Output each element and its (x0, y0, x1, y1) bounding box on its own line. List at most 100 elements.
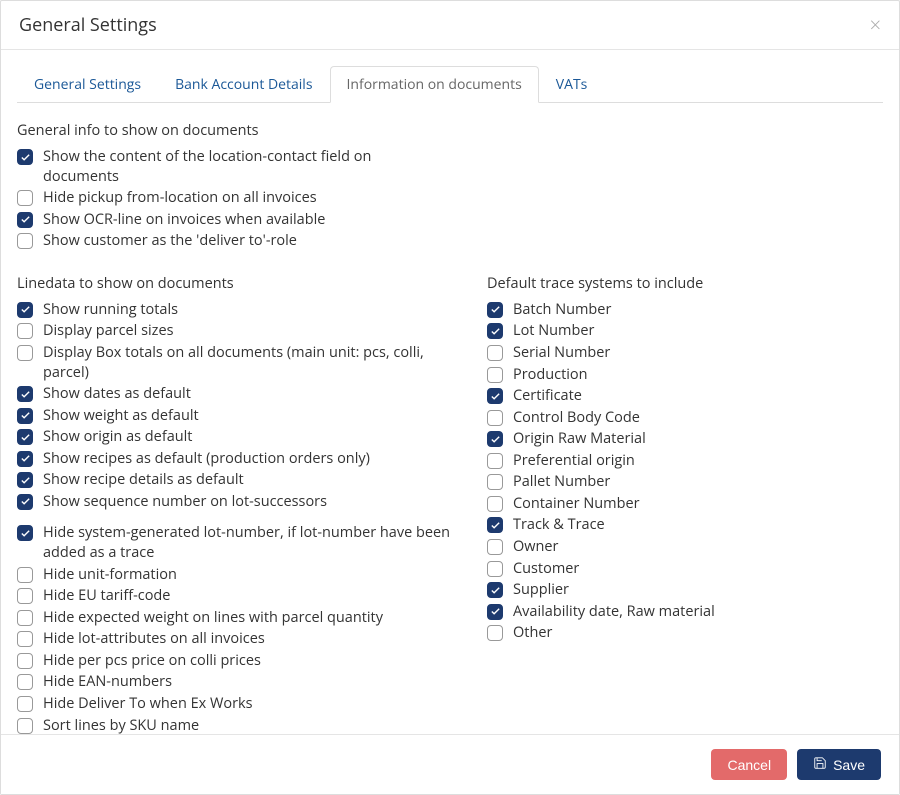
cancel-button[interactable]: Cancel (711, 749, 787, 780)
checkbox[interactable] (17, 696, 33, 712)
checkbox[interactable] (17, 345, 33, 361)
checkbox-row: Show origin as default (17, 426, 457, 448)
checkbox[interactable] (487, 453, 503, 469)
checkbox-row: Show recipes as default (production orde… (17, 448, 457, 470)
checkbox[interactable] (17, 302, 33, 318)
checkbox-list-linedata: Show running totalsDisplay parcel sizesD… (17, 299, 457, 734)
checkbox[interactable] (487, 345, 503, 361)
checkbox-label: Show weight as default (43, 406, 199, 426)
checkbox[interactable] (17, 567, 33, 583)
checkbox-label: Pallet Number (513, 472, 610, 492)
checkbox-row: Show customer as the 'deliver to'-role (17, 230, 417, 252)
checkbox-label: Preferential origin (513, 451, 635, 471)
checkbox-row: Origin Raw Material (487, 428, 883, 450)
checkbox[interactable] (487, 604, 503, 620)
checkbox[interactable] (487, 582, 503, 598)
checkbox-label: Serial Number (513, 343, 610, 363)
modal-header: General Settings × (1, 1, 899, 50)
checkbox-label: Certificate (513, 386, 582, 406)
checkbox-label: Show recipe details as default (43, 470, 244, 490)
checkbox-label: Hide Deliver To when Ex Works (43, 694, 253, 714)
save-button-label: Save (833, 757, 865, 773)
checkbox[interactable] (17, 451, 33, 467)
checkbox[interactable] (17, 472, 33, 488)
checkbox-label: Sort lines by SKU name (43, 716, 199, 735)
checkbox-row: Production (487, 364, 883, 386)
checkbox[interactable] (17, 631, 33, 647)
tab-general-settings[interactable]: General Settings (17, 66, 158, 103)
checkbox[interactable] (487, 323, 503, 339)
checkbox[interactable] (487, 517, 503, 533)
checkbox[interactable] (17, 212, 33, 228)
checkbox-label: Hide per pcs price on colli prices (43, 651, 261, 671)
modal-footer: Cancel Save (1, 734, 899, 794)
section-trace: Default trace systems to include Batch N… (487, 274, 883, 734)
checkbox[interactable] (487, 539, 503, 555)
checkbox-row: Show OCR-line on invoices when available (17, 209, 417, 231)
checkbox[interactable] (487, 625, 503, 641)
checkbox-label: Show running totals (43, 300, 178, 320)
checkbox-row: Batch Number (487, 299, 883, 321)
section-title-general: General info to show on documents (17, 121, 883, 140)
checkbox-row: Other (487, 622, 883, 644)
checkbox[interactable] (17, 408, 33, 424)
checkbox-label: Other (513, 623, 552, 643)
checkbox-label: Show customer as the 'deliver to'-role (43, 231, 297, 251)
section-linedata: Linedata to show on documents Show runni… (17, 274, 457, 734)
checkbox-row: Hide expected weight on lines with parce… (17, 607, 457, 629)
tab-vats[interactable]: VATs (539, 66, 605, 103)
checkbox-row: Owner (487, 536, 883, 558)
checkbox-label: Track & Trace (513, 515, 605, 535)
checkbox[interactable] (487, 474, 503, 490)
checkbox[interactable] (487, 431, 503, 447)
checkbox-label: Customer (513, 559, 579, 579)
close-icon[interactable]: × (870, 15, 881, 35)
checkbox[interactable] (17, 429, 33, 445)
checkbox-row: Show the content of the location-contact… (17, 146, 417, 187)
modal-title: General Settings (19, 13, 157, 37)
checkbox-label: Display Box totals on all documents (mai… (43, 343, 457, 382)
two-column-layout: Linedata to show on documents Show runni… (17, 274, 883, 734)
checkbox[interactable] (17, 674, 33, 690)
checkbox[interactable] (487, 561, 503, 577)
checkbox-row: Preferential origin (487, 450, 883, 472)
checkbox-label: Lot Number (513, 321, 594, 341)
checkbox[interactable] (17, 718, 33, 734)
settings-modal: General Settings × General SettingsBank … (0, 0, 900, 795)
checkbox-row: Hide EU tariff-code (17, 585, 457, 607)
checkbox[interactable] (17, 386, 33, 402)
checkbox-label: Owner (513, 537, 558, 557)
save-button[interactable]: Save (797, 749, 881, 780)
checkbox-row: Show weight as default (17, 405, 457, 427)
checkbox[interactable] (17, 610, 33, 626)
checkbox[interactable] (17, 190, 33, 206)
checkbox[interactable] (487, 388, 503, 404)
tab-information-on-documents[interactable]: Information on documents (330, 66, 539, 103)
checkbox-row: Hide pickup from-location on all invoice… (17, 187, 417, 209)
checkbox-row: Display Box totals on all documents (mai… (17, 342, 457, 383)
tab-bar: General SettingsBank Account DetailsInfo… (17, 66, 883, 103)
checkbox-row: Serial Number (487, 342, 883, 364)
checkbox-label: Hide lot-attributes on all invoices (43, 629, 265, 649)
checkbox-label: Supplier (513, 580, 569, 600)
checkbox[interactable] (487, 302, 503, 318)
checkbox[interactable] (17, 149, 33, 165)
tab-bank-account-details[interactable]: Bank Account Details (158, 66, 329, 103)
checkbox[interactable] (487, 410, 503, 426)
checkbox-label: Show the content of the location-contact… (43, 147, 417, 186)
checkbox-row: Hide unit-formation (17, 564, 457, 586)
checkbox[interactable] (17, 653, 33, 669)
checkbox-label: Show OCR-line on invoices when available (43, 210, 325, 230)
checkbox-row: Control Body Code (487, 407, 883, 429)
checkbox[interactable] (17, 323, 33, 339)
checkbox-row: Display parcel sizes (17, 320, 457, 342)
checkbox[interactable] (17, 588, 33, 604)
checkbox-row: Track & Trace (487, 514, 883, 536)
checkbox[interactable] (17, 525, 33, 541)
checkbox[interactable] (487, 367, 503, 383)
checkbox[interactable] (487, 496, 503, 512)
checkbox[interactable] (17, 233, 33, 249)
checkbox[interactable] (17, 494, 33, 510)
checkbox-row: Supplier (487, 579, 883, 601)
checkbox-row: Container Number (487, 493, 883, 515)
